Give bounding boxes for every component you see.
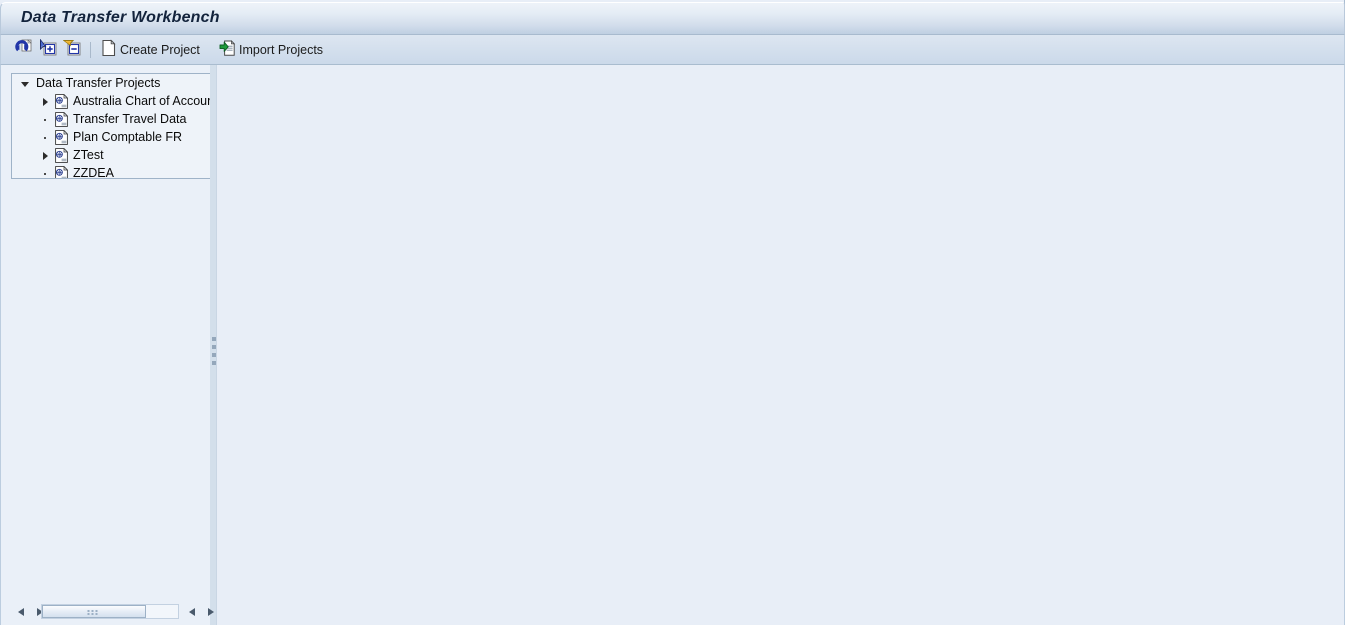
- grip-dots: [87, 610, 101, 615]
- create-project-button[interactable]: Create Project: [101, 35, 200, 64]
- chevron-right-icon[interactable]: [40, 96, 51, 107]
- scroll-left-icon[interactable]: [14, 603, 30, 620]
- tree-root-label: Data Transfer Projects: [36, 76, 161, 90]
- refresh-icon: [15, 38, 33, 62]
- scrollbar-track[interactable]: [41, 604, 179, 619]
- project-document-icon: [55, 129, 69, 145]
- project-document-icon: [55, 147, 69, 163]
- scrollbar-thumb[interactable]: [42, 605, 146, 618]
- application-toolbar: Create Project Import Projects www.tut: [0, 35, 1345, 65]
- splitter-grip-dot: [211, 353, 216, 357]
- tree-item-label: ZZDEA: [73, 166, 114, 179]
- project-tree[interactable]: Data Transfer Projects Australia Chart o…: [11, 73, 218, 179]
- scroll-right-icon-secondary[interactable]: [202, 603, 218, 620]
- project-tree-pane: Data Transfer Projects Australia Chart o…: [0, 65, 218, 625]
- import-projects-label: Import Projects: [239, 43, 324, 57]
- import-document-icon: [219, 39, 236, 62]
- tree-item-label: Australia Chart of Account: [73, 94, 218, 108]
- tree-item-label: Transfer Travel Data: [73, 112, 187, 126]
- new-document-icon: [101, 38, 117, 62]
- tree-root-node[interactable]: Data Transfer Projects: [12, 74, 218, 92]
- tree-item-label: Plan Comptable FR: [73, 130, 183, 144]
- collapse-all-button[interactable]: [62, 35, 81, 64]
- expand-all-button[interactable]: [39, 35, 57, 64]
- tree-item-zzdea[interactable]: ZZDEA: [12, 164, 218, 179]
- project-document-icon: [55, 165, 69, 178]
- collapse-all-icon: [62, 39, 81, 62]
- tree-item-ztest[interactable]: ZTest: [12, 146, 218, 164]
- tree-leaf-marker-icon: [40, 114, 51, 125]
- create-project-label: Create Project: [120, 43, 200, 57]
- page-title: Data Transfer Workbench: [21, 9, 220, 26]
- main-content-area: [217, 65, 1345, 625]
- project-document-icon: [55, 111, 69, 127]
- splitter-grip-dot: [211, 361, 216, 365]
- import-projects-button[interactable]: Import Projects: [219, 35, 324, 64]
- splitter-grip-dot: [211, 337, 216, 341]
- sap-window: Data Transfer Workbench Create Project I…: [0, 0, 1345, 625]
- toolbar-separator: [90, 42, 91, 58]
- tree-item-australia-chart-of-account[interactable]: Australia Chart of Account: [12, 92, 218, 110]
- screenshot-root: Data Transfer Workbench Create Project I…: [0, 0, 1357, 625]
- window-title-bar: Data Transfer Workbench: [0, 2, 1345, 35]
- project-document-icon: [55, 93, 69, 109]
- tree-horizontal-scrollbar[interactable]: [8, 603, 215, 620]
- tree-item-label: ZTest: [73, 148, 104, 162]
- tree-leaf-marker-icon: [40, 132, 51, 143]
- refresh-button[interactable]: [15, 35, 33, 64]
- scroll-left-icon-secondary[interactable]: [185, 603, 201, 620]
- tree-item-plan-comptable-fr[interactable]: Plan Comptable FR: [12, 128, 218, 146]
- tree-leaf-marker-icon: [40, 168, 51, 179]
- expand-all-icon: [39, 38, 57, 62]
- chevron-down-icon[interactable]: [20, 78, 31, 89]
- splitter-grip-dot: [211, 345, 216, 349]
- chevron-right-icon[interactable]: [40, 150, 51, 161]
- tree-item-transfer-travel-data[interactable]: Transfer Travel Data: [12, 110, 218, 128]
